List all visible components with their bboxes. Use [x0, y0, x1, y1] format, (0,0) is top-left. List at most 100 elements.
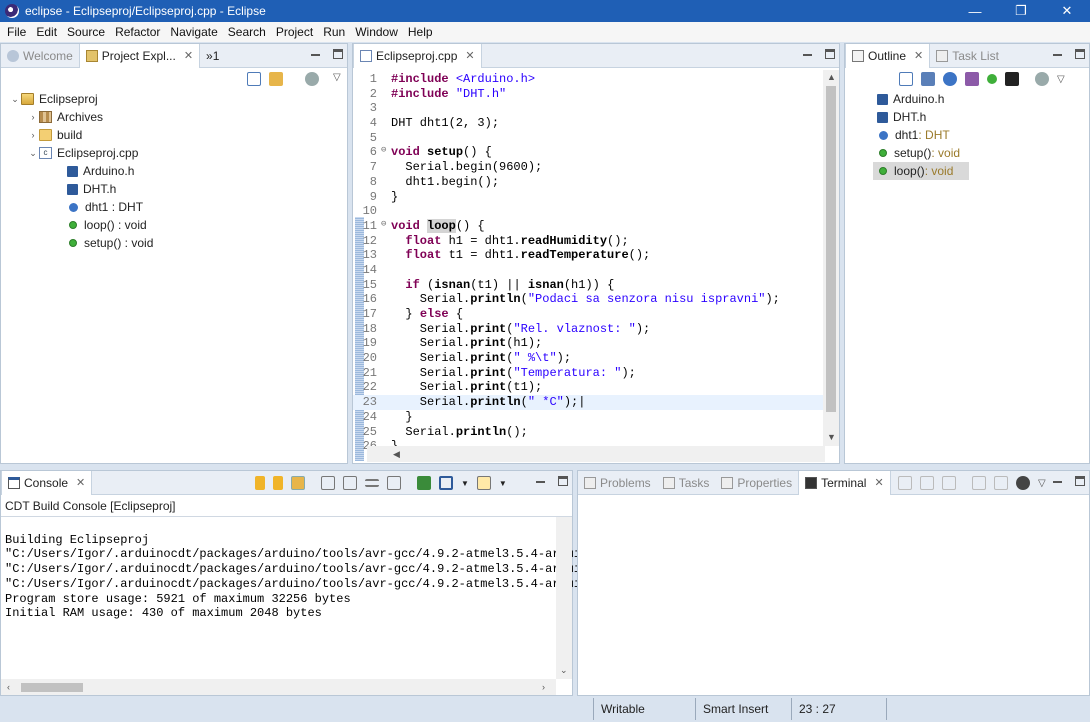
scroll-left-icon[interactable]: ‹	[7, 682, 10, 692]
code-line[interactable]: 12 float h1 = dht1.readHumidity();	[353, 234, 823, 249]
tab-properties[interactable]: Properties	[715, 471, 798, 495]
code-line[interactable]: 8 dht1.begin();	[353, 175, 823, 190]
code-line[interactable]: 21 Serial.print("Temperatura: ");	[353, 366, 823, 381]
code-line[interactable]: 5	[353, 131, 823, 146]
maximize-view-icon[interactable]	[558, 476, 568, 486]
dropdown-icon[interactable]: ▼	[461, 479, 469, 488]
sort-icon[interactable]	[921, 72, 935, 86]
maximize-view-icon[interactable]	[333, 49, 343, 59]
scroll-left-icon[interactable]: ◀	[393, 449, 400, 460]
tab-overflow[interactable]: »1	[200, 44, 225, 68]
tab-outline[interactable]: Outline ✕	[845, 43, 931, 68]
tab-problems[interactable]: Problems	[578, 471, 657, 495]
editor-horizontal-scrollbar[interactable]: ◀	[367, 446, 825, 462]
menu-search[interactable]: Search	[223, 25, 271, 39]
minimize-view-icon[interactable]	[803, 49, 815, 61]
code-line[interactable]: 25 Serial.println();	[353, 425, 823, 440]
code-line[interactable]: 10	[353, 204, 823, 219]
scroll-down-icon[interactable]: ▼	[827, 432, 836, 442]
tree-item-include[interactable]: Arduino.h	[1, 162, 347, 180]
code-line[interactable]: 11 ⊖ void loop() {	[353, 218, 823, 234]
menu-refactor[interactable]: Refactor	[110, 25, 165, 39]
code-line[interactable]: 9}	[353, 190, 823, 205]
filter-icon[interactable]	[1035, 72, 1049, 86]
menu-help[interactable]: Help	[403, 25, 438, 39]
scroll-down-icon[interactable]: ⌄	[560, 665, 568, 676]
outline-item-function[interactable]: setup() : void	[845, 144, 1089, 162]
expand-arrow-icon[interactable]: ›	[27, 130, 39, 140]
view-menu-icon[interactable]: ▽	[1038, 478, 1046, 489]
code-line[interactable]: 17 } else {	[353, 307, 823, 322]
code-editor[interactable]: 1 #include <Arduino.h> 2 #include "DHT.h" 3 4…	[353, 70, 839, 463]
editor-vertical-scrollbar[interactable]: ▲ ▼	[823, 70, 839, 446]
fold-toggle-icon[interactable]: ⊖	[381, 219, 391, 234]
code-line[interactable]: 15 if (isnan(t1) || isnan(h1)) {	[353, 278, 823, 293]
expand-arrow-icon[interactable]: ⌄	[9, 94, 21, 105]
outline-item-include[interactable]: DHT.h	[845, 108, 1089, 126]
maximize-view-icon[interactable]	[1075, 476, 1085, 486]
tree-item-project[interactable]: ⌄ Eclipseproj	[1, 90, 347, 108]
code-line[interactable]: 14	[353, 263, 823, 278]
word-wrap-icon[interactable]	[365, 479, 379, 487]
link-with-editor-icon[interactable]	[269, 72, 283, 86]
menu-run[interactable]: Run	[318, 25, 350, 39]
tab-console[interactable]: Console ✕	[1, 470, 93, 495]
maximize-view-icon[interactable]	[1075, 49, 1085, 59]
tree-item-cpp-file[interactable]: ⌄ c Eclipseproj.cpp	[1, 144, 347, 162]
maximize-button[interactable]: ❐	[998, 0, 1044, 22]
code-line[interactable]: 7 Serial.begin(9600);	[353, 160, 823, 175]
close-button[interactable]: ✕	[1044, 0, 1090, 22]
minimize-view-icon[interactable]	[1053, 49, 1065, 61]
code-lines[interactable]: 1 #include <Arduino.h> 2 #include "DHT.h" 3 4…	[353, 72, 823, 454]
scroll-right-icon[interactable]: ›	[542, 682, 545, 692]
tree-item-function[interactable]: loop() : void	[1, 216, 347, 234]
menu-window[interactable]: Window	[350, 25, 403, 39]
tree-item-build[interactable]: › build	[1, 126, 347, 144]
tab-welcome[interactable]: Welcome	[1, 44, 79, 68]
menu-file[interactable]: File	[2, 25, 31, 39]
collapse-all-icon[interactable]	[247, 72, 261, 86]
view-menu-icon[interactable]: ▽	[1057, 74, 1065, 85]
link-icon[interactable]	[291, 476, 305, 490]
pin-console-icon[interactable]	[343, 476, 357, 490]
outline-item-include[interactable]: Arduino.h	[845, 90, 1089, 108]
tab-tasks[interactable]: Tasks	[657, 471, 716, 495]
minimize-view-icon[interactable]	[1053, 476, 1065, 488]
close-tab-icon[interactable]: ✕	[76, 476, 85, 489]
hide-static-icon[interactable]	[965, 72, 979, 86]
maximize-view-icon[interactable]	[825, 49, 835, 59]
code-line[interactable]: 22 Serial.print(t1);	[353, 380, 823, 395]
menu-edit[interactable]: Edit	[31, 25, 62, 39]
tree-item-function[interactable]: setup() : void	[1, 234, 347, 252]
tree-item-archives[interactable]: › Archives	[1, 108, 347, 126]
code-line[interactable]: 19 Serial.print(h1);	[353, 336, 823, 351]
console-vertical-scrollbar[interactable]: ⌄	[556, 517, 572, 679]
code-line[interactable]: 2 #include "DHT.h"	[353, 87, 823, 102]
tab-task-list[interactable]: Task List	[930, 44, 1005, 68]
hide-non-public-icon[interactable]	[987, 74, 997, 84]
menu-source[interactable]: Source	[62, 25, 110, 39]
close-tab-icon[interactable]: ✕	[874, 476, 883, 489]
previous-error-icon[interactable]	[273, 476, 283, 490]
minimize-view-icon[interactable]	[311, 49, 323, 61]
close-tab-icon[interactable]: ✕	[184, 49, 193, 62]
code-line[interactable]: 6 ⊖ void setup() {	[353, 145, 823, 160]
code-line[interactable]: 16 Serial.println("Podaci sa senzora nis…	[353, 292, 823, 307]
next-error-icon[interactable]	[255, 476, 265, 490]
code-line[interactable]: 13 float t1 = dht1.readTemperature();	[353, 248, 823, 263]
scroll-thumb[interactable]	[21, 683, 83, 692]
tree-item-include[interactable]: DHT.h	[1, 180, 347, 198]
new-console-icon[interactable]	[476, 476, 491, 490]
minimize-button[interactable]: —	[952, 0, 998, 22]
code-line[interactable]: 18 Serial.print("Rel. vlaznost: ");	[353, 322, 823, 337]
hide-fields-icon[interactable]	[943, 72, 957, 86]
filter-icon[interactable]	[305, 72, 319, 86]
fold-toggle-icon[interactable]: ⊖	[381, 145, 391, 160]
display-console-icon[interactable]	[439, 476, 453, 490]
dropdown-icon[interactable]: ▼	[499, 479, 507, 488]
code-line[interactable]: 23 Serial.println(" *C");|	[353, 395, 823, 410]
console-horizontal-scrollbar[interactable]: ‹ ›	[1, 679, 556, 695]
view-menu-icon[interactable]: ▽	[333, 72, 341, 86]
code-line[interactable]: 1 #include <Arduino.h>	[353, 72, 823, 87]
open-terminal-icon[interactable]	[1016, 476, 1030, 490]
